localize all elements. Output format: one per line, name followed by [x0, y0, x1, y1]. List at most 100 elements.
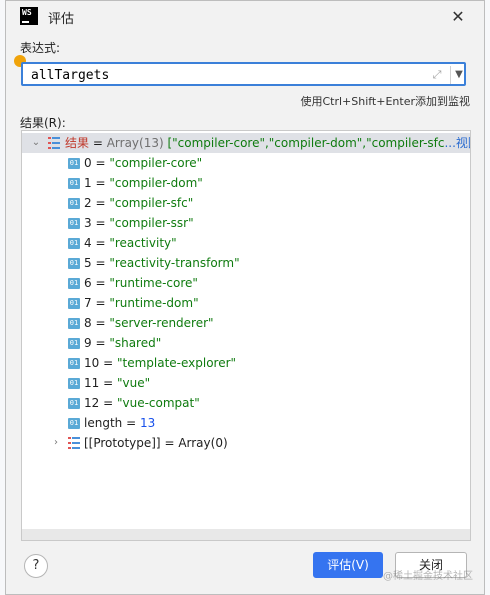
tree-row-item[interactable]: 01 0 = "compiler-core"	[22, 153, 470, 173]
primitive-value-icon: 01	[68, 338, 80, 349]
dialog-title: 评估	[48, 12, 75, 27]
primitive-value-icon: 01	[68, 318, 80, 329]
expression-field[interactable]: ⤢ ▼	[21, 62, 466, 86]
watermark: @稀土掘金技术社区	[383, 571, 473, 582]
item-index: 9	[84, 336, 92, 350]
item-index: 7	[84, 296, 92, 310]
item-eq: =	[91, 276, 110, 290]
tree-row-item[interactable]: 01 11 = "vue"	[22, 373, 470, 393]
tree-row-item[interactable]: 01 9 = "shared"	[22, 333, 470, 353]
prototype-value: Array(0)	[178, 436, 228, 450]
result-tree[interactable]: ⌄ 结果 = Array(13) ["compiler-core","compi…	[21, 130, 471, 541]
primitive-value-icon: 01	[68, 358, 80, 369]
item-index: 6	[84, 276, 92, 290]
item-value: "vue"	[116, 376, 151, 390]
item-value: "reactivity"	[109, 236, 177, 250]
item-eq: =	[91, 176, 110, 190]
primitive-value-icon: 01	[68, 258, 80, 269]
primitive-value-icon: 01	[68, 158, 80, 169]
item-index: 5	[84, 256, 92, 270]
item-eq: =	[91, 296, 110, 310]
tree-row-item[interactable]: 01 8 = "server-renderer"	[22, 313, 470, 333]
tree-row-item[interactable]: 01 6 = "runtime-core"	[22, 273, 470, 293]
prototype-name: [[Prototype]]	[84, 436, 161, 450]
expression-input[interactable]	[31, 66, 411, 84]
array-icon	[48, 136, 60, 150]
item-index: 10	[84, 356, 100, 370]
root-type: Array(13)	[106, 136, 164, 150]
item-eq: =	[99, 376, 117, 390]
item-value: "shared"	[109, 336, 162, 350]
item-value: "template-explorer"	[116, 356, 237, 370]
horizontal-scrollbar[interactable]	[22, 529, 470, 540]
array-icon	[68, 436, 80, 450]
tree-row-item[interactable]: 01 10 = "template-explorer"	[22, 353, 470, 373]
root-name: 结果	[65, 136, 90, 150]
tree-row-prototype[interactable]: › [[Prototype]] = Array(0)	[22, 433, 470, 453]
webstorm-app-icon: WS	[20, 7, 38, 25]
tree-row-item[interactable]: 01 5 = "reactivity-transform"	[22, 253, 470, 273]
item-value: "runtime-core"	[109, 276, 198, 290]
item-eq: =	[91, 236, 110, 250]
evaluate-dialog: WS 评估 ✕ 表达式: ⤢ ▼ 使用Ctrl+Shift+Enter添加到监视…	[5, 0, 485, 595]
view-link[interactable]: ...视图	[444, 136, 470, 150]
item-value: "compiler-dom"	[109, 176, 203, 190]
length-value: 13	[139, 416, 156, 430]
primitive-value-icon: 01	[68, 378, 80, 389]
item-eq: =	[91, 156, 110, 170]
watch-hint: 使用Ctrl+Shift+Enter添加到监视	[300, 95, 470, 108]
result-label: 结果(R):	[20, 116, 66, 130]
tree-row-item[interactable]: 01 2 = "compiler-sfc"	[22, 193, 470, 213]
item-eq: =	[91, 316, 110, 330]
item-value: "reactivity-transform"	[109, 256, 240, 270]
item-index: 12	[84, 396, 100, 410]
primitive-value-icon: 01	[68, 298, 80, 309]
primitive-value-icon: 01	[68, 178, 80, 189]
item-index: 0	[84, 156, 92, 170]
primitive-value-icon: 01	[68, 398, 80, 409]
close-icon[interactable]: ✕	[444, 5, 472, 29]
item-eq: =	[99, 396, 117, 410]
item-index: 8	[84, 316, 92, 330]
length-name: length	[84, 416, 123, 430]
item-value: "runtime-dom"	[109, 296, 199, 310]
primitive-value-icon: 01	[68, 278, 80, 289]
evaluate-button[interactable]: 评估(V)	[313, 552, 383, 578]
chevron-down-icon[interactable]: ⌄	[30, 133, 42, 153]
tree-row-root[interactable]: ⌄ 结果 = Array(13) ["compiler-core","compi…	[22, 133, 470, 153]
primitive-value-icon: 01	[68, 418, 80, 429]
item-value: "vue-compat"	[116, 396, 200, 410]
item-index: 2	[84, 196, 92, 210]
history-dropdown-icon[interactable]: ▼	[453, 66, 465, 84]
item-index: 4	[84, 236, 92, 250]
item-eq: =	[91, 256, 110, 270]
item-value: "compiler-core"	[109, 156, 203, 170]
primitive-value-icon: 01	[68, 218, 80, 229]
title-bar: WS 评估 ✕	[6, 1, 484, 33]
item-index: 11	[84, 376, 100, 390]
item-index: 3	[84, 216, 92, 230]
help-button[interactable]: ?	[24, 554, 48, 578]
primitive-value-icon: 01	[68, 238, 80, 249]
root-eq: =	[89, 136, 107, 150]
tree-row-item[interactable]: 01 7 = "runtime-dom"	[22, 293, 470, 313]
chevron-right-icon[interactable]: ›	[50, 433, 62, 453]
tree-row-item[interactable]: 01 1 = "compiler-dom"	[22, 173, 470, 193]
dropdown-separator	[450, 66, 451, 84]
item-eq: =	[91, 196, 110, 210]
item-value: "server-renderer"	[109, 316, 214, 330]
item-value: "compiler-sfc"	[109, 196, 194, 210]
tree-row-item[interactable]: 01 3 = "compiler-ssr"	[22, 213, 470, 233]
item-index: 1	[84, 176, 92, 190]
tree-row-length[interactable]: 01 length = 13	[22, 413, 470, 433]
expression-label: 表达式:	[20, 41, 61, 55]
primitive-value-icon: 01	[68, 198, 80, 209]
root-preview: ["compiler-core","compiler-dom","compile…	[163, 136, 445, 150]
tree-row-item[interactable]: 01 4 = "reactivity"	[22, 233, 470, 253]
expand-icon[interactable]: ⤢	[429, 67, 445, 83]
item-eq: =	[91, 216, 110, 230]
item-eq: =	[99, 356, 117, 370]
item-eq: =	[91, 336, 110, 350]
tree-row-item[interactable]: 01 12 = "vue-compat"	[22, 393, 470, 413]
item-value: "compiler-ssr"	[109, 216, 194, 230]
